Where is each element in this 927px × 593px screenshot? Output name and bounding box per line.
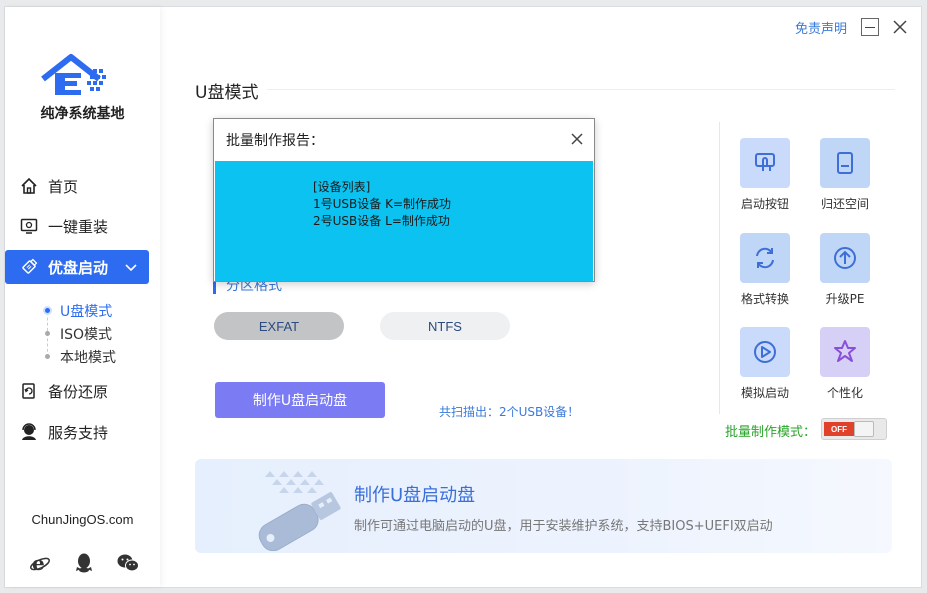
reinstall-icon [19, 216, 39, 236]
nav-item-backup[interactable]: 备份还原 [5, 374, 160, 408]
dialog-header: 批量制作报告： [214, 119, 594, 161]
dialog-report-body: [设备列表] 1号USB设备 K=制作成功 2号USB设备 L=制作成功 [215, 161, 593, 281]
banner-description: 制作可通过电脑启动的U盘，用于安装维护系统，支持BIOS+UEFI双启动 [354, 519, 773, 534]
wechat-icon[interactable] [117, 552, 139, 574]
nav-label: 一键重装 [48, 217, 109, 236]
title-divider [267, 89, 895, 90]
subnav-label: ISO模式 [60, 326, 113, 343]
tool-personalize[interactable]: 个性化 [805, 327, 885, 401]
report-line: [设备列表] [313, 180, 371, 194]
bullet-dot [45, 331, 50, 336]
format-ntfs-button[interactable]: NTFS [380, 312, 510, 340]
format-exfat-button[interactable]: EXFAT [214, 312, 344, 340]
support-icon [19, 422, 39, 442]
upgrade-pe-icon [820, 233, 870, 283]
format-convert-icon [740, 233, 790, 283]
dialog-close-button[interactable] [570, 132, 584, 146]
subnav-item-local-mode[interactable]: 本地模式 [45, 345, 116, 368]
batch-mode-toggle[interactable]: OFF [821, 418, 887, 440]
footer-icons: e [29, 552, 139, 574]
make-usb-boot-button[interactable]: 制作U盘启动盘 [215, 382, 385, 418]
tool-label: 个性化 [826, 386, 863, 400]
site-url: ChunJingOS.com [31, 512, 134, 527]
app-window: 纯净系统基地 首页 一键重装 优盘启动 U盘模式 ISO模式 本地模式 备份还原… [4, 6, 922, 588]
app-logo [41, 54, 106, 95]
tool-boot-button[interactable]: 启动按钮 [725, 138, 805, 212]
nav-label: 备份还原 [48, 382, 109, 401]
tool-label: 格式转换 [740, 292, 789, 306]
tool-restore-space[interactable]: 归还空间 [805, 138, 885, 212]
subnav-list: U盘模式 ISO模式 本地模式 [45, 299, 116, 368]
nav-item-home[interactable]: 首页 [5, 169, 160, 203]
usb-illustration-icon [258, 471, 341, 551]
dialog-title: 批量制作报告： [226, 133, 324, 149]
home-icon [19, 176, 39, 196]
scan-result-text: 共扫描出：2个USB设备！ [439, 405, 580, 419]
nav-label: 服务支持 [48, 423, 109, 442]
toggle-knob [854, 421, 874, 437]
nav-item-reinstall[interactable]: 一键重装 [5, 209, 160, 243]
tool-format-convert[interactable]: 格式转换 [725, 233, 805, 307]
batch-report-dialog: 批量制作报告： [设备列表] 1号USB设备 K=制作成功 2号USB设备 L=… [213, 118, 595, 282]
backup-icon [19, 381, 39, 401]
tool-upgrade-pe[interactable]: 升级PE [805, 233, 885, 307]
toggle-state: OFF [824, 422, 854, 436]
disclaimer-link[interactable]: 免责声明 [795, 18, 847, 37]
info-banner: 制作U盘启动盘 制作可通过电脑启动的U盘，用于安装维护系统，支持BIOS+UEF… [195, 459, 892, 553]
bullet-dot [45, 308, 50, 313]
subnav-label: U盘模式 [60, 303, 113, 320]
nav-item-support[interactable]: 服务支持 [5, 415, 160, 449]
subnav-label: 本地模式 [60, 349, 116, 366]
tool-label: 启动按钮 [740, 197, 789, 211]
personalize-icon [820, 327, 870, 377]
usb-drive-icon [19, 257, 39, 277]
close-icon [893, 20, 907, 34]
subnav-item-usb-mode[interactable]: U盘模式 [45, 299, 116, 322]
tool-label: 归还空间 [820, 197, 869, 211]
restore-space-icon [820, 138, 870, 188]
close-button[interactable] [891, 18, 909, 36]
tool-label: 升级PE [825, 292, 865, 306]
tool-label: 模拟启动 [740, 386, 789, 400]
page-title: U盘模式 [195, 83, 259, 103]
app-name: 纯净系统基地 [40, 106, 125, 122]
tools-divider [719, 122, 720, 414]
sidebar: 纯净系统基地 首页 一键重装 优盘启动 U盘模式 ISO模式 本地模式 备份还原… [5, 7, 160, 587]
nav-label: 首页 [48, 177, 79, 196]
simulate-boot-icon [740, 327, 790, 377]
tool-simulate-boot[interactable]: 模拟启动 [725, 327, 805, 401]
boot-button-icon [740, 138, 790, 188]
qq-icon[interactable] [73, 552, 95, 574]
bullet-dot [45, 354, 50, 359]
chevron-down-icon [125, 258, 137, 276]
subnav-item-iso-mode[interactable]: ISO模式 [45, 322, 116, 345]
nav-label: 优盘启动 [48, 258, 109, 277]
close-icon [571, 133, 583, 145]
banner-title: 制作U盘启动盘 [354, 485, 476, 506]
ie-browser-icon[interactable]: e [29, 552, 51, 574]
batch-mode-label: 批量制作模式： [725, 425, 817, 440]
report-line: 2号USB设备 L=制作成功 [313, 214, 450, 228]
report-line: 1号USB设备 K=制作成功 [313, 197, 452, 211]
nav-item-usb-boot[interactable]: 优盘启动 [5, 250, 149, 284]
minimize-button[interactable] [861, 18, 879, 36]
